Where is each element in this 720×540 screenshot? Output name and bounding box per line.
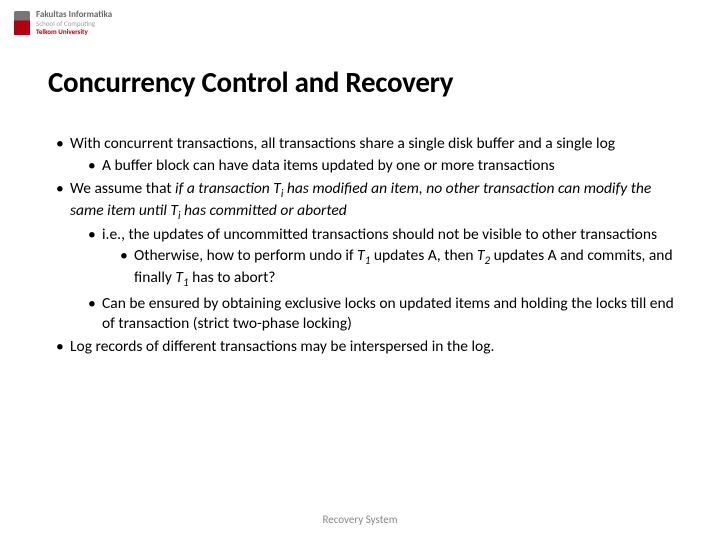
bullet-1-1: A buffer block can have data items updat… xyxy=(88,156,674,176)
bullet-2-itc: has committed or aborted xyxy=(181,201,347,220)
b211-T1: T xyxy=(357,246,365,265)
logo-mark-icon xyxy=(14,11,30,35)
bullet-3: Log records of different transactions ma… xyxy=(56,337,674,357)
logo-line2: School of Computing xyxy=(36,20,112,27)
b211-T2: T xyxy=(477,246,485,265)
bullet-1-text: With concurrent transactions, all transa… xyxy=(70,134,615,153)
b211-T3: T xyxy=(175,268,183,287)
footer-text: Recovery System xyxy=(0,513,720,526)
bullet-2-1-1: Otherwise, how to perform undo if T1 upd… xyxy=(120,246,674,290)
bullet-1-1-text: A buffer block can have data items updat… xyxy=(102,156,555,175)
bullet-2-2: Can be ensured by obtaining exclusive lo… xyxy=(88,294,674,333)
bullet-2-1-text: i.e., the updates of uncommitted transac… xyxy=(102,225,657,244)
b211-d: has to abort? xyxy=(189,268,276,287)
bullet-2-ita: if a transaction T xyxy=(175,179,281,198)
bullet-2-2-text: Can be ensured by obtaining exclusive lo… xyxy=(102,294,674,333)
slide: Fakultas Informatika School of Computing… xyxy=(0,0,720,540)
bullet-2-1: i.e., the updates of uncommitted transac… xyxy=(88,225,674,290)
bullet-1: With concurrent transactions, all transa… xyxy=(56,134,674,175)
slide-title: Concurrency Control and Recovery xyxy=(48,64,453,100)
logo-line3: Telkom University xyxy=(36,28,112,35)
bullet-3-text: Log records of different transactions ma… xyxy=(70,337,494,356)
bullet-2-pre: We assume that xyxy=(70,179,175,198)
bullet-2: We assume that if a transaction Ti has m… xyxy=(56,179,674,333)
logo-line1: Fakultas Informatika xyxy=(36,10,112,19)
b211-a: Otherwise, how to perform undo if xyxy=(134,246,357,265)
slide-body: With concurrent transactions, all transa… xyxy=(56,134,674,361)
logo-text: Fakultas Informatika School of Computing… xyxy=(36,10,112,35)
b211-b: updates A, then xyxy=(370,246,477,265)
logo: Fakultas Informatika School of Computing… xyxy=(14,10,112,35)
